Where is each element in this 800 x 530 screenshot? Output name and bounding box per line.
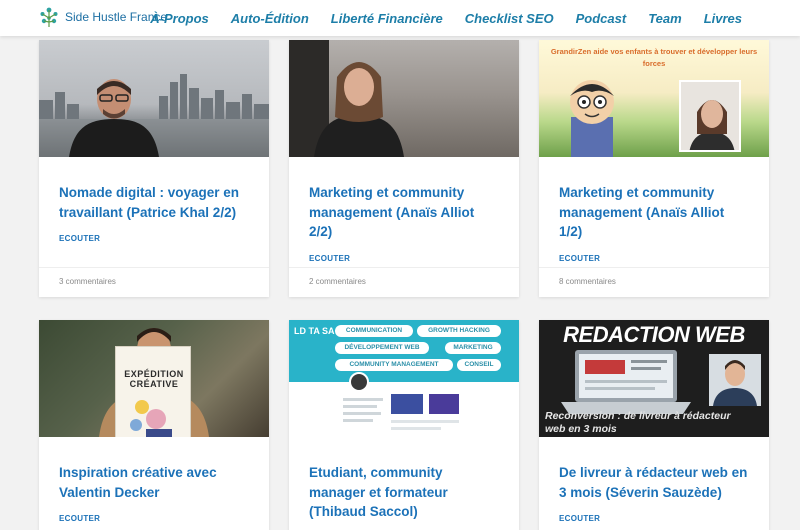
nav-checklist-seo[interactable]: Checklist SEO <box>465 11 554 26</box>
card-divider <box>539 267 769 268</box>
nav-auto-edition[interactable]: Auto-Édition <box>231 11 309 26</box>
post-thumbnail[interactable] <box>289 40 519 157</box>
post-thumbnail[interactable]: GrandirZen aide vos enfants à trouver et… <box>539 40 769 157</box>
post-category[interactable]: ECOUTER <box>59 514 249 523</box>
thumbnail-caption: GrandirZen aide vos enfants à trouver et… <box>550 47 758 68</box>
thumbnail-tag: COMMUNICATION <box>335 325 413 337</box>
thumbnail-tag: GROWTH HACKING <box>417 325 501 337</box>
thumbnail-caption: Reconversion : de livreur à rédacteur we… <box>545 410 731 435</box>
post-thumbnail[interactable]: REDACTION WEB Reconversion : de livreur … <box>539 320 769 437</box>
nav-livres[interactable]: Livres <box>704 11 742 26</box>
post-category[interactable]: ECOUTER <box>559 514 749 523</box>
post-title[interactable]: Inspiration créative avec Valentin Decke… <box>59 463 249 502</box>
thumbnail-tag: MARKETING <box>445 342 501 354</box>
nav-liberte-financiere[interactable]: Liberté Financière <box>331 11 443 26</box>
post-title[interactable]: Nomade digital : voyager en travaillant … <box>59 183 249 222</box>
post-category[interactable]: ECOUTER <box>309 254 499 263</box>
book-title: EXPÉDITION CRÉATIVE <box>124 369 184 389</box>
post-thumbnail[interactable]: LD TA SA COMMUNICATION GROWTH HACKING DÉ… <box>289 320 519 437</box>
post-card: Nomade digital : voyager en travaillant … <box>39 40 269 297</box>
post-card: LD TA SA COMMUNICATION GROWTH HACKING DÉ… <box>289 320 519 530</box>
site-logo[interactable]: Side Hustle France <box>38 6 167 28</box>
book-cover: EXPÉDITION CRÉATIVE <box>115 346 191 437</box>
nav-podcast[interactable]: Podcast <box>576 11 627 26</box>
post-comments[interactable]: 2 commentaires <box>309 277 366 286</box>
post-card: Marketing et community management (Anaïs… <box>289 40 519 297</box>
nav-team[interactable]: Team <box>648 11 681 26</box>
main-nav: À-Propos Auto-Édition Liberté Financière… <box>150 0 742 36</box>
post-thumbnail[interactable] <box>39 40 269 157</box>
thumbnail-brand: LD TA SA <box>294 326 335 336</box>
post-card: EXPÉDITION CRÉATIVE Inspiration créative… <box>39 320 269 530</box>
post-card: GrandirZen aide vos enfants à trouver et… <box>539 40 769 297</box>
post-category[interactable]: ECOUTER <box>559 254 749 263</box>
post-title[interactable]: Etudiant, community manager et formateur… <box>309 463 499 522</box>
post-title[interactable]: Marketing et community management (Anaïs… <box>559 183 749 242</box>
post-title[interactable]: Marketing et community management (Anaïs… <box>309 183 499 242</box>
post-title[interactable]: De livreur à rédacteur web en 3 mois (Sé… <box>559 463 749 502</box>
site-header: Side Hustle France À-Propos Auto-Édition… <box>0 0 800 36</box>
post-thumbnail[interactable]: EXPÉDITION CRÉATIVE <box>39 320 269 437</box>
post-category[interactable]: ECOUTER <box>59 234 249 243</box>
thumbnail-tag: DÉVELOPPEMENT WEB <box>335 342 429 354</box>
post-card: REDACTION WEB Reconversion : de livreur … <box>539 320 769 530</box>
card-divider <box>289 267 519 268</box>
thumbnail-heading: REDACTION WEB <box>563 322 745 347</box>
post-comments[interactable]: 8 commentaires <box>559 277 616 286</box>
card-divider <box>39 267 269 268</box>
nav-a-propos[interactable]: À-Propos <box>150 11 209 26</box>
logo-icon <box>40 7 58 27</box>
post-comments[interactable]: 3 commentaires <box>59 277 116 286</box>
